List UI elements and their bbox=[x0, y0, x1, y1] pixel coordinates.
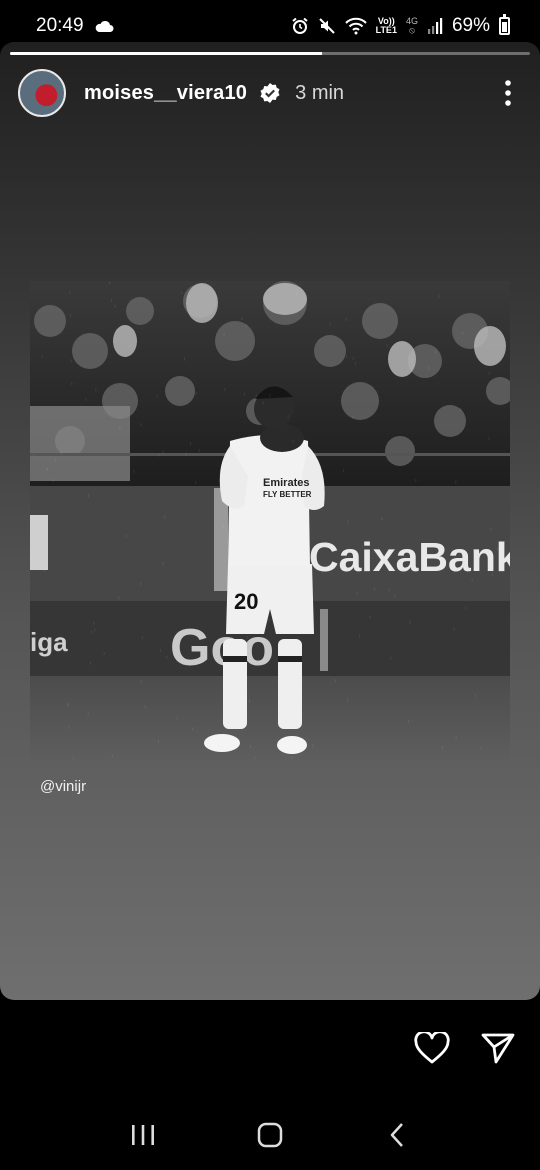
recent-apps-icon bbox=[132, 1125, 155, 1145]
more-vertical-icon bbox=[505, 80, 511, 106]
lte-bottom-label: LTE1 bbox=[375, 25, 397, 35]
story-progress-bar bbox=[10, 52, 530, 55]
battery-percent: 69% bbox=[451, 15, 490, 36]
status-right: Vo)) LTE1 4G ⦸ 69% bbox=[291, 14, 510, 37]
mute-icon bbox=[318, 17, 336, 35]
status-left: 20:49 bbox=[36, 15, 114, 37]
story-progress-fill bbox=[10, 52, 322, 55]
shirt-sponsor-line2: FLY BETTER bbox=[263, 490, 312, 499]
home-button[interactable] bbox=[245, 1110, 295, 1160]
shirt-sponsor: Emirates bbox=[263, 477, 309, 489]
shirt-number: 20 bbox=[234, 589, 258, 614]
more-options-button[interactable] bbox=[496, 73, 520, 113]
network-label: 4G bbox=[405, 16, 418, 26]
username[interactable]: moises__viera10 bbox=[84, 82, 247, 105]
story-header: moises__viera10 3 min bbox=[18, 68, 520, 118]
story-card[interactable]: moises__viera10 3 min CaixaBank iga Goo … bbox=[0, 42, 540, 1000]
mention-sticker[interactable]: @vinijr bbox=[40, 778, 86, 795]
volte-icon: Vo)) LTE1 bbox=[376, 17, 397, 35]
like-button[interactable] bbox=[412, 1028, 452, 1068]
send-button[interactable] bbox=[478, 1028, 518, 1068]
heart-icon bbox=[414, 1032, 450, 1064]
send-icon bbox=[481, 1033, 515, 1064]
alarm-icon bbox=[291, 17, 309, 35]
story-photo: CaixaBank iga Goo 20 Emirates FLY BETTER bbox=[30, 281, 510, 761]
cloud-icon bbox=[94, 19, 114, 33]
signal-icon bbox=[427, 18, 443, 34]
battery-icon bbox=[499, 14, 510, 35]
back-icon bbox=[390, 1123, 403, 1147]
status-time: 20:49 bbox=[36, 15, 84, 36]
verified-badge-icon bbox=[259, 82, 281, 104]
data-icon: 4G ⦸ bbox=[405, 16, 418, 35]
system-nav-bar bbox=[0, 1100, 540, 1170]
recent-apps-button[interactable] bbox=[118, 1110, 168, 1160]
home-icon bbox=[257, 1122, 283, 1148]
wifi-icon bbox=[344, 17, 367, 35]
board-text: CaixaBank bbox=[309, 534, 510, 580]
back-button[interactable] bbox=[372, 1110, 422, 1160]
post-time: 3 min bbox=[295, 81, 345, 104]
story-actions bbox=[412, 1028, 518, 1068]
liga-text: iga bbox=[30, 627, 68, 657]
avatar[interactable] bbox=[18, 69, 66, 117]
